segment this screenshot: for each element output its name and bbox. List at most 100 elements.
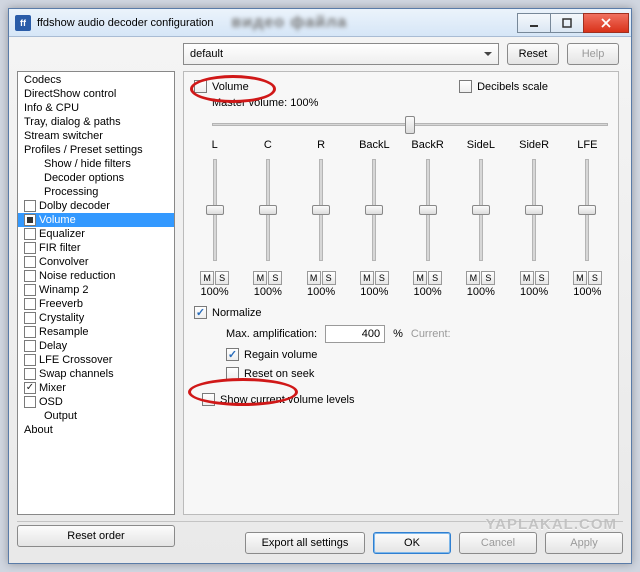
mute-button-sider[interactable]: M (520, 271, 534, 285)
tree-item-delay[interactable]: Delay (18, 339, 174, 353)
channel-slider-l[interactable] (205, 155, 225, 265)
tree-item-dolby-decoder[interactable]: Dolby decoder (18, 199, 174, 213)
master-volume-slider[interactable] (212, 113, 608, 135)
solo-button-sider[interactable]: S (535, 271, 549, 285)
tree-item-codecs[interactable]: Codecs (18, 73, 174, 87)
tree-item-checkbox[interactable] (24, 256, 36, 268)
volume-enable-checkbox[interactable] (194, 80, 207, 93)
reset-seek-checkbox[interactable] (226, 367, 239, 380)
channel-slider-sidel[interactable] (471, 155, 491, 265)
mute-button-r[interactable]: M (307, 271, 321, 285)
tree-item-decoder-options[interactable]: Decoder options (18, 171, 174, 185)
tree-item-checkbox[interactable] (24, 270, 36, 282)
tree-item-checkbox[interactable] (24, 228, 36, 240)
help-button[interactable]: Help (567, 43, 619, 65)
tree-item-output[interactable]: Output (18, 409, 174, 423)
tree-item-freeverb[interactable]: Freeverb (18, 297, 174, 311)
tree-item-checkbox[interactable] (24, 396, 36, 408)
channel-label-sidel: SideL (454, 139, 507, 151)
tree-item-checkbox[interactable] (24, 312, 36, 324)
preset-dropdown[interactable]: default (183, 43, 499, 65)
channel-percent-backl: 100% (360, 286, 388, 298)
solo-button-r[interactable]: S (322, 271, 336, 285)
channel-slider-c[interactable] (258, 155, 278, 265)
channel-slider-thumb[interactable] (312, 205, 330, 215)
apply-button[interactable]: Apply (545, 532, 623, 554)
mute-button-l[interactable]: M (200, 271, 214, 285)
channel-slider-thumb[interactable] (419, 205, 437, 215)
close-button[interactable] (583, 13, 629, 33)
tree-item-checkbox[interactable] (24, 298, 36, 310)
regain-volume-checkbox[interactable] (226, 348, 239, 361)
solo-button-backl[interactable]: S (375, 271, 389, 285)
channel-slider-thumb[interactable] (365, 205, 383, 215)
mute-button-c[interactable]: M (253, 271, 267, 285)
tree-item-tray-dialog-paths[interactable]: Tray, dialog & paths (18, 115, 174, 129)
sidebar: CodecsDirectShow controlInfo & CPUTray, … (17, 71, 175, 515)
channel-slider-backr[interactable] (418, 155, 438, 265)
tree-item-winamp-2[interactable]: Winamp 2 (18, 283, 174, 297)
tree-item-about[interactable]: About (18, 423, 174, 437)
tree-item-fir-filter[interactable]: FIR filter (18, 241, 174, 255)
solo-button-l[interactable]: S (215, 271, 229, 285)
export-settings-button[interactable]: Export all settings (245, 532, 365, 554)
cancel-button[interactable]: Cancel (459, 532, 537, 554)
tree-item-label: Noise reduction (39, 270, 115, 282)
master-slider-thumb[interactable] (405, 116, 415, 134)
tree-item-noise-reduction[interactable]: Noise reduction (18, 269, 174, 283)
solo-button-lfe[interactable]: S (588, 271, 602, 285)
tree-item-checkbox[interactable] (24, 200, 36, 212)
settings-tree[interactable]: CodecsDirectShow controlInfo & CPUTray, … (18, 72, 174, 512)
tree-item-info-cpu[interactable]: Info & CPU (18, 101, 174, 115)
solo-button-c[interactable]: S (268, 271, 282, 285)
minimize-button[interactable] (517, 13, 551, 33)
tree-item-osd[interactable]: OSD (18, 395, 174, 409)
tree-item-processing[interactable]: Processing (18, 185, 174, 199)
tree-item-volume[interactable]: Volume (18, 213, 174, 227)
tree-item-swap-channels[interactable]: Swap channels (18, 367, 174, 381)
tree-item-label: Dolby decoder (39, 200, 110, 212)
tree-item-show-hide-filters[interactable]: Show / hide filters (18, 157, 174, 171)
channel-slider-backl[interactable] (364, 155, 384, 265)
channel-slider-thumb[interactable] (472, 205, 490, 215)
reset-button[interactable]: Reset (507, 43, 559, 65)
tree-item-checkbox[interactable] (24, 368, 36, 380)
tree-item-checkbox[interactable] (24, 354, 36, 366)
tree-item-checkbox[interactable] (24, 284, 36, 296)
max-amp-input[interactable]: 400 (325, 325, 385, 343)
channel-slider-lfe[interactable] (577, 155, 597, 265)
tree-item-checkbox[interactable] (24, 326, 36, 338)
normalize-checkbox[interactable] (194, 306, 207, 319)
show-levels-checkbox[interactable] (202, 393, 215, 406)
channel-slider-thumb[interactable] (206, 205, 224, 215)
channel-slider-r[interactable] (311, 155, 331, 265)
solo-button-sidel[interactable]: S (481, 271, 495, 285)
titlebar[interactable]: ff ffdshow audio decoder configuration в… (9, 9, 631, 37)
ok-button[interactable]: OK (373, 532, 451, 554)
tree-item-directshow-control[interactable]: DirectShow control (18, 87, 174, 101)
tree-item-resample[interactable]: Resample (18, 325, 174, 339)
tree-item-checkbox[interactable] (24, 214, 36, 226)
tree-item-checkbox[interactable] (24, 382, 36, 394)
mute-button-lfe[interactable]: M (573, 271, 587, 285)
solo-button-backr[interactable]: S (428, 271, 442, 285)
tree-item-profiles-preset-settings[interactable]: Profiles / Preset settings (18, 143, 174, 157)
tree-item-stream-switcher[interactable]: Stream switcher (18, 129, 174, 143)
channel-slider-thumb[interactable] (578, 205, 596, 215)
tree-item-lfe-crossover[interactable]: LFE Crossover (18, 353, 174, 367)
tree-item-checkbox[interactable] (24, 242, 36, 254)
mute-button-backr[interactable]: M (413, 271, 427, 285)
channel-slider-thumb[interactable] (259, 205, 277, 215)
decibels-checkbox[interactable] (459, 80, 472, 93)
content-area: default Reset Help CodecsDirectShow cont… (9, 37, 631, 563)
channel-slider-sider[interactable] (524, 155, 544, 265)
tree-item-convolver[interactable]: Convolver (18, 255, 174, 269)
tree-item-mixer[interactable]: Mixer (18, 381, 174, 395)
tree-item-checkbox[interactable] (24, 340, 36, 352)
maximize-button[interactable] (550, 13, 584, 33)
tree-item-equalizer[interactable]: Equalizer (18, 227, 174, 241)
mute-button-backl[interactable]: M (360, 271, 374, 285)
channel-slider-thumb[interactable] (525, 205, 543, 215)
tree-item-crystality[interactable]: Crystality (18, 311, 174, 325)
mute-button-sidel[interactable]: M (466, 271, 480, 285)
